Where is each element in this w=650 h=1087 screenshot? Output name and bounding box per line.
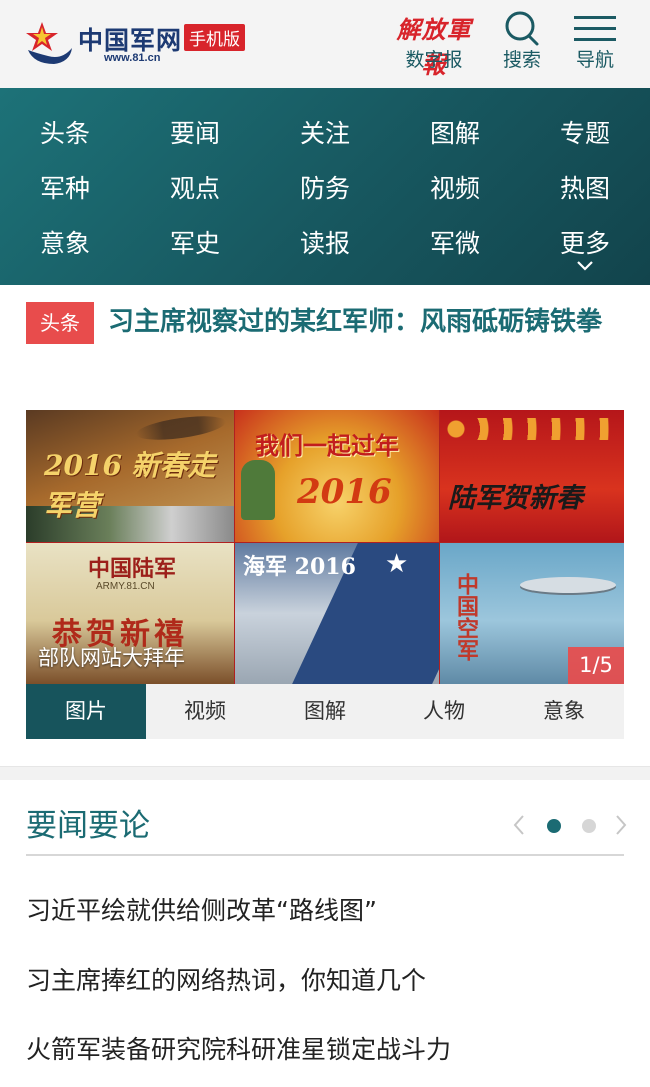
star-icon: ★: [385, 549, 409, 579]
chevron-down-icon[interactable]: [575, 260, 595, 272]
logo-url: www.81.cn: [104, 52, 161, 64]
navigation-menu-button[interactable]: 导航: [566, 8, 624, 76]
tile-aircraft: [135, 411, 227, 445]
tile-title: 海军 2016: [243, 554, 356, 580]
nav-item-headlines[interactable]: 头条: [0, 114, 130, 150]
digital-newspaper-button[interactable]: 解放軍報 数字报: [388, 8, 480, 79]
site-logo[interactable]: 中国军网 手机版 www.81.cn: [24, 16, 254, 66]
tab-imagery[interactable]: 意象: [504, 684, 624, 739]
slide-tile: 2016 新春走军营: [26, 410, 234, 542]
tile-radar-disc: [520, 577, 616, 593]
nav-item-video[interactable]: 视频: [390, 169, 520, 205]
tab-people[interactable]: 人物: [384, 684, 504, 739]
news-list-item[interactable]: 习近平绘就供给侧改革“路线图”: [26, 891, 626, 927]
tile-title: 中国空军: [453, 573, 479, 661]
app-header: 中国军网 手机版 www.81.cn 解放軍報 数字报 搜索 导航: [0, 0, 650, 88]
tile-url: ARMY.81.CN: [96, 581, 155, 592]
tile-title: 中国陆军: [88, 556, 177, 582]
tab-video[interactable]: 视频: [145, 684, 265, 739]
channel-nav: 头条 要闻 关注 图解 专题 军种 观点 防务 视频 热图 意象 军史 读报 军…: [0, 88, 650, 285]
image-slider[interactable]: 2016 新春走军营 我们一起过年 2016 陆军贺新春 中国陆军 ARMY.8…: [26, 410, 624, 684]
nav-item-services[interactable]: 军种: [0, 169, 130, 205]
tile-cartoon-soldier: [241, 460, 275, 520]
nav-item-imagery[interactable]: 意象: [0, 224, 130, 260]
carousel-controls: [512, 812, 632, 840]
nav-item-topics[interactable]: 专题: [520, 114, 650, 150]
tile-title: 我们一起过年: [255, 432, 399, 460]
nav-item-weibo[interactable]: 军微: [390, 224, 520, 260]
headline-tag: 头条: [26, 302, 94, 344]
news-list-item[interactable]: 习主席捧红的网络热词，你知道几个: [26, 961, 626, 997]
nav-item-history[interactable]: 军史: [130, 224, 260, 260]
nav-item-focus[interactable]: 关注: [260, 114, 390, 150]
carousel-dot-active[interactable]: [547, 819, 561, 833]
chevron-left-icon[interactable]: [512, 814, 526, 836]
tile-title: 陆军贺新春: [448, 483, 583, 514]
search-button[interactable]: 搜索: [496, 8, 548, 76]
media-tabs: 图片 视频 图解 人物 意象: [26, 684, 624, 739]
nav-item-read-paper[interactable]: 读报: [260, 224, 390, 260]
tile-lanterns: [446, 418, 618, 440]
slide-caption[interactable]: 部队网站大拜年: [38, 642, 185, 672]
tile-title: 2016 新春走军营: [44, 449, 216, 522]
tab-pictures[interactable]: 图片: [26, 684, 146, 739]
nav-item-defense[interactable]: 防务: [260, 169, 390, 205]
section-underline: [26, 854, 624, 856]
carousel-dot[interactable]: [582, 819, 596, 833]
nav-item-news[interactable]: 要闻: [130, 114, 260, 150]
tab-infographics[interactable]: 图解: [265, 684, 385, 739]
news-list-item[interactable]: 火箭军装备研究院科研准星锁定战斗力: [26, 1030, 626, 1066]
nav-label: 导航: [575, 49, 614, 71]
slide-tile: ★ 海军 2016: [235, 543, 439, 684]
star-emblem-icon: [26, 22, 72, 64]
search-label: 搜索: [502, 49, 541, 71]
nav-item-opinion[interactable]: 观点: [130, 169, 260, 205]
slide-tile: 陆军贺新春: [440, 410, 624, 542]
slide-tile: 我们一起过年 2016: [235, 410, 439, 542]
newspaper-label: 数字报: [405, 49, 463, 71]
nav-item-infographic[interactable]: 图解: [390, 114, 520, 150]
nav-item-hot-pics[interactable]: 热图: [520, 169, 650, 205]
nav-item-more[interactable]: 更多: [520, 224, 650, 260]
hamburger-menu-icon: [574, 16, 616, 41]
search-icon: [505, 11, 539, 46]
logo-mobile-badge: 手机版: [184, 24, 245, 51]
section-title: 要闻要论: [26, 808, 150, 844]
tile-subtext: 2016: [297, 472, 392, 512]
headline-title[interactable]: 习主席视察过的某红军师：风雨砥砺铸铁拳: [108, 300, 628, 345]
section-divider: [0, 766, 650, 780]
chevron-right-icon[interactable]: [614, 814, 628, 836]
slide-counter: 1/5: [568, 647, 624, 684]
